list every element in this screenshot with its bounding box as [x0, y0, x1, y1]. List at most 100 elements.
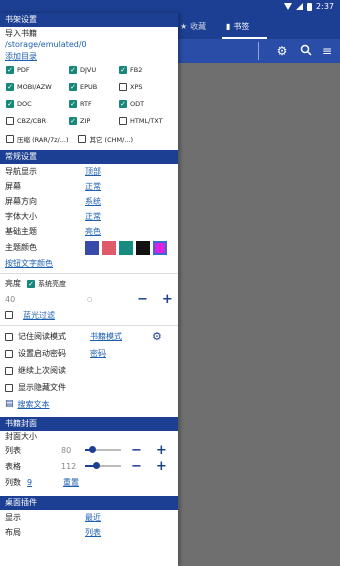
orientation-row: 屏幕方向 系统 [5, 196, 101, 207]
orientation-value[interactable]: 系统 [85, 196, 101, 207]
checkbox-checked-icon: ✓ [69, 82, 77, 91]
screen-value[interactable]: 正常 [85, 181, 101, 192]
format-checkbox[interactable]: ✓ PDF [6, 62, 69, 77]
archive-checkbox[interactable]: 压缩 (RAR/7z/...) [6, 131, 68, 146]
section-header-cover: 书籍封面 [0, 417, 178, 431]
increase-table-size-button[interactable]: + [156, 460, 167, 473]
bookmark-icon: ▮ [226, 21, 231, 31]
color-swatch[interactable] [102, 240, 116, 255]
divider [0, 273, 178, 274]
remember-mode-row: 记住阅读模式 书籍模式 ⚙ [0, 328, 178, 345]
increase-brightness-button[interactable]: + [162, 293, 173, 306]
search-icon[interactable] [299, 44, 313, 58]
add-directory-link[interactable]: 添加目录 [5, 51, 37, 62]
cover-size-label: 封面大小 [5, 432, 37, 441]
color-swatch[interactable] [136, 240, 150, 255]
format-checkboxes: ✓ PDF ✓ DJVU ✓ FB2 ✓ MOBI/AZW ✓ EPUB XPS ✓ DOC… [0, 62, 178, 128]
format-checkbox[interactable]: XPS [119, 79, 178, 94]
button-text-color-link[interactable]: 按钮文字颜色 [5, 258, 53, 269]
checkbox-checked-icon: ✓ [119, 99, 127, 108]
battery-icon [307, 2, 313, 11]
brightness-row: 亮度 ✓ 系统亮度 [0, 276, 178, 291]
other-formats-checkbox[interactable]: 其它 (CHM/...) [78, 131, 133, 146]
brightness-slider-knob[interactable]: ○ [87, 296, 137, 303]
import-books-label: 导入书籍 [5, 28, 37, 38]
color-swatch-selected[interactable] [153, 240, 167, 255]
widget-layout-value[interactable]: 列表 [85, 527, 101, 538]
widget-display-value[interactable]: 最近 [85, 512, 101, 523]
wifi-icon [284, 3, 293, 10]
cellular-signal-icon [296, 3, 304, 10]
search-document-icon: ▤ [5, 399, 14, 409]
checkbox-checked-icon: ✓ [6, 82, 14, 91]
theme-color-row: 主题颜色 [0, 239, 178, 256]
format-checkbox[interactable]: ✓ EPUB [69, 79, 119, 94]
startup-password-row: 设置启动密码 密码 [0, 345, 178, 362]
continue-reading-checkbox[interactable] [5, 366, 13, 375]
menu-icon[interactable]: ≡ [320, 44, 334, 58]
checkbox-unchecked-icon [119, 116, 127, 125]
base-theme-value[interactable]: 亮色 [85, 226, 101, 237]
settings-gear-icon[interactable]: ⚙ [275, 44, 289, 58]
show-hidden-checkbox[interactable] [5, 383, 13, 392]
checkbox-checked-icon: ✓ [119, 65, 127, 74]
increase-list-size-button[interactable]: + [156, 444, 167, 457]
format-checkbox[interactable]: ✓ MOBI/AZW [6, 79, 69, 94]
cover-list-size-row: 列表 80 − + [5, 442, 167, 458]
checkbox-checked-icon: ✓ [69, 116, 77, 125]
toolbar-divider [258, 42, 259, 60]
cover-table-size-row: 表格 112 − + [5, 458, 167, 474]
show-hidden-row: 显示隐藏文件 [0, 379, 178, 396]
search-text-row[interactable]: ▤ 搜索文本 [0, 396, 178, 412]
cover-table-slider[interactable] [85, 462, 121, 469]
nav-display-value[interactable]: 顶部 [85, 166, 101, 177]
tab-bookmarks[interactable]: ▮ 书签 [226, 13, 249, 39]
tab-favorites[interactable]: ★ 收藏 [180, 13, 206, 39]
checkbox-unchecked-icon [78, 134, 87, 143]
section-header-shelf: 书架设置 [0, 13, 178, 27]
cover-list-slider[interactable] [85, 446, 121, 453]
format-checkbox[interactable]: ✓ DOC [6, 96, 69, 111]
color-swatch[interactable] [119, 240, 133, 255]
section-header-widget: 桌面插件 [0, 496, 178, 510]
reset-link[interactable]: 重置 [63, 477, 79, 488]
slider-knob[interactable] [92, 462, 100, 469]
columns-row: 列数 9 重置 [5, 477, 79, 488]
password-link[interactable]: 密码 [90, 348, 106, 359]
columns-value[interactable]: 9 [27, 478, 63, 487]
bluelight-filter-link[interactable]: 蓝光过滤 [23, 310, 55, 321]
format-checkbox[interactable]: HTML/TXT [119, 113, 178, 128]
settings-drawer: 书架设置 导入书籍 /storage/emulated/0 添加目录 ✓ PDF … [0, 13, 178, 566]
status-bar: 2:37 [0, 0, 340, 13]
color-swatch[interactable] [85, 240, 99, 255]
format-checkbox[interactable]: ✓ ZIP [69, 113, 119, 128]
bluelight-checkbox[interactable] [5, 311, 13, 319]
search-text-link[interactable]: 搜索文本 [18, 399, 50, 410]
font-size-value[interactable]: 正常 [85, 211, 101, 222]
button-text-color-row: 按钮文字颜色 [0, 256, 178, 271]
format-checkbox[interactable]: ✓ RTF [69, 96, 119, 111]
section-header-general: 常规设置 [0, 150, 178, 164]
startup-password-checkbox[interactable] [5, 349, 13, 358]
decrease-list-size-button[interactable]: − [131, 444, 142, 457]
bluelight-row: 蓝光过滤 [0, 307, 178, 323]
format-checkbox[interactable]: ✓ DJVU [69, 62, 119, 77]
format-checkbox[interactable]: ✓ FB2 [119, 62, 178, 77]
format-checkbox[interactable]: ✓ ODT [119, 96, 178, 111]
base-theme-row: 基础主题 亮色 [5, 226, 101, 237]
storage-path: /storage/emulated/0 [5, 40, 87, 49]
status-time: 2:37 [316, 2, 334, 11]
divider [0, 325, 178, 326]
system-brightness-checkbox[interactable]: ✓ 系统亮度 [27, 276, 66, 291]
checkbox-checked-icon: ✓ [69, 65, 77, 74]
decrease-table-size-button[interactable]: − [131, 460, 142, 473]
decrease-brightness-button[interactable]: − [137, 293, 148, 306]
book-mode-link[interactable]: 书籍模式 [90, 331, 152, 342]
remember-mode-checkbox[interactable] [5, 332, 13, 341]
slider-knob[interactable] [89, 446, 97, 453]
font-size-row: 字体大小 正常 [5, 211, 101, 222]
checkbox-checked-icon: ✓ [6, 65, 14, 74]
format-checkbox[interactable]: CBZ/CBR [6, 113, 69, 128]
screen-row: 屏幕 正常 [5, 181, 101, 192]
gear-icon[interactable]: ⚙ [152, 330, 162, 343]
